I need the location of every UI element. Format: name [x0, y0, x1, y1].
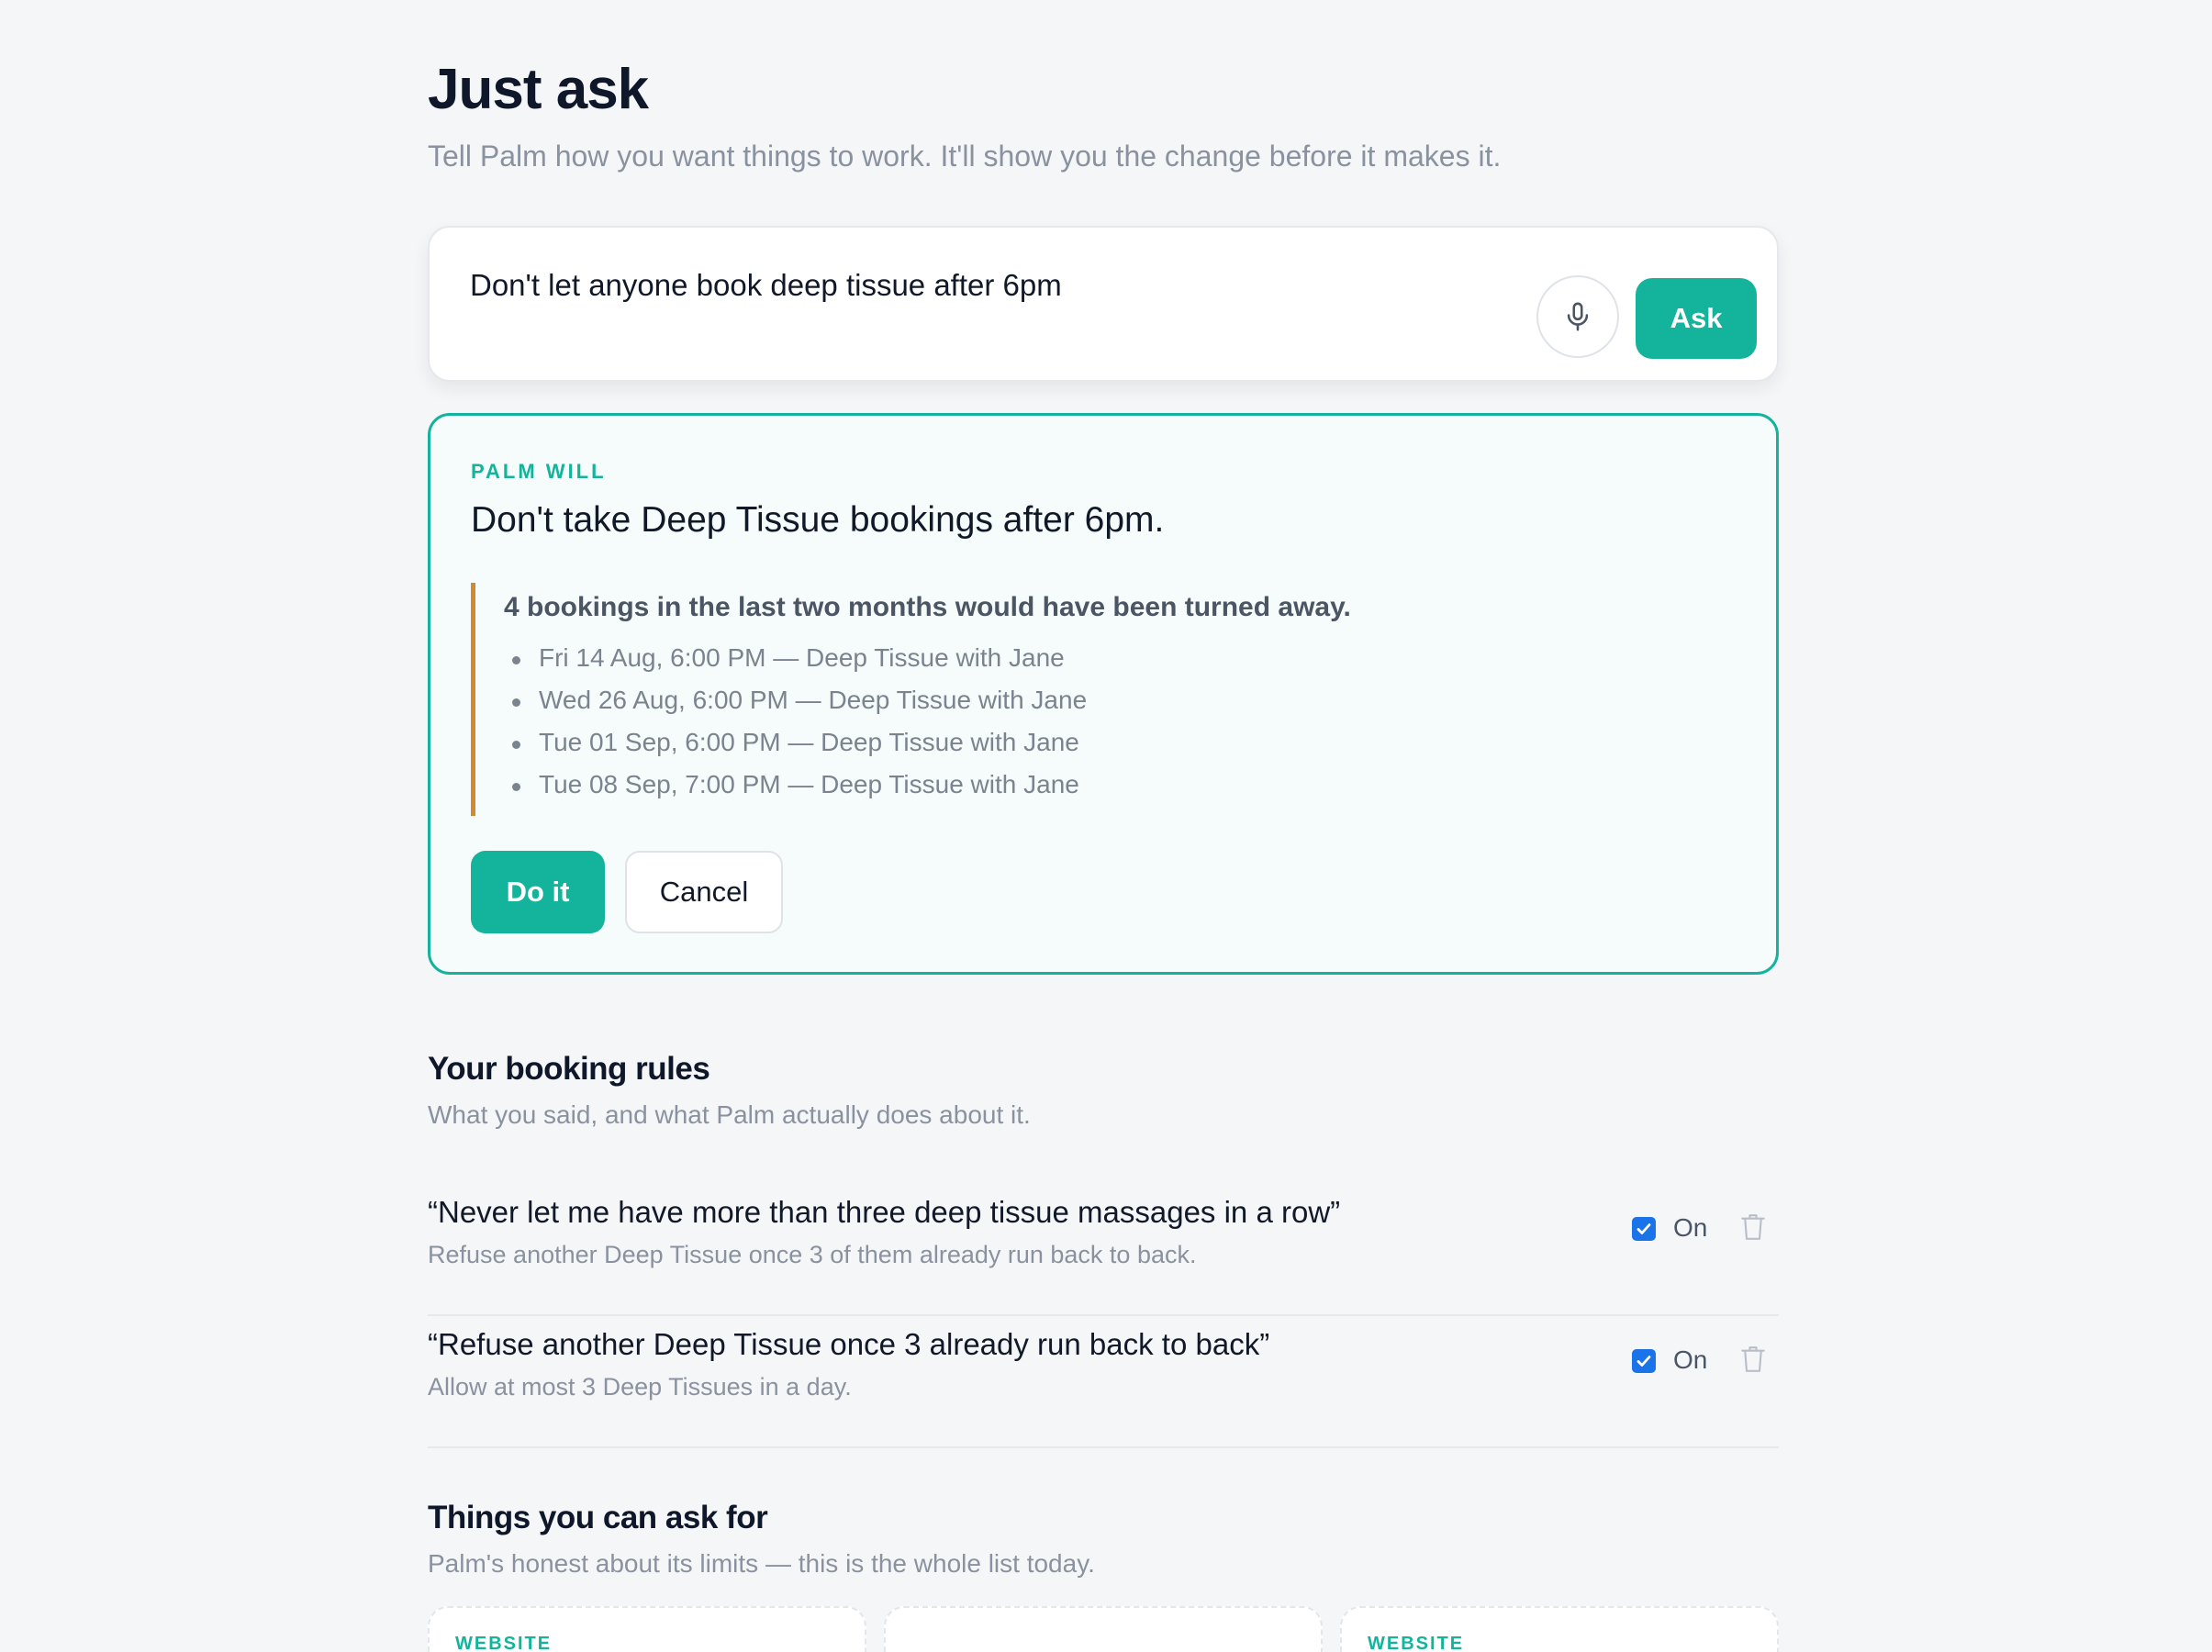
rule-toggle-label[interactable]: On: [1673, 1345, 1707, 1375]
capability-tag: WEBSITE: [455, 1634, 553, 1652]
rule-row: “Refuse another Deep Tissue once 3 alrea…: [428, 1316, 1779, 1448]
capability-tag: WEBSITE: [1368, 1634, 1465, 1652]
rule-does-text: Refuse another Deep Tissue once 3 of the…: [428, 1241, 1197, 1268]
checkmark-icon: [1637, 1356, 1651, 1367]
rule-row: “Never let me have more than three deep …: [428, 1184, 1779, 1316]
confirm-button[interactable]: Do it: [471, 851, 605, 933]
microphone-icon: [1567, 302, 1589, 331]
rule-said-text: “Refuse another Deep Tissue once 3 alrea…: [428, 1327, 1270, 1361]
list-item: Tue 01 Sep, 6:00 PM — Deep Tissue with J…: [508, 728, 1087, 770]
ask-button[interactable]: Ask: [1636, 278, 1757, 359]
delete-rule-icon[interactable]: [1740, 1211, 1766, 1243]
checkmark-icon: [1637, 1223, 1651, 1234]
voice-input-button[interactable]: [1536, 275, 1619, 358]
list-item: Wed 26 Aug, 6:00 PM — Deep Tissue with J…: [508, 686, 1087, 728]
rule-enabled-checkbox[interactable]: [1632, 1217, 1656, 1241]
capabilities-section-title: Things you can ask for: [428, 1500, 768, 1535]
list-item: Fri 14 Aug, 6:00 PM — Deep Tissue with J…: [508, 643, 1087, 686]
preview-summary: Don't take Deep Tissue bookings after 6p…: [471, 500, 1165, 540]
rule-toggle-label[interactable]: On: [1673, 1213, 1707, 1243]
preview-label: PALM WILL: [471, 460, 607, 483]
list-item: Tue 08 Sep, 7:00 PM — Deep Tissue with J…: [508, 770, 1087, 812]
page-subtitle: Tell Palm how you want things to work. I…: [428, 140, 1502, 173]
impact-callout: 4 bookings in the last two months would …: [471, 583, 1351, 816]
capability-card[interactable]: [884, 1606, 1323, 1652]
impact-heading: 4 bookings in the last two months would …: [504, 592, 1351, 622]
page-title: Just ask: [428, 58, 649, 121]
cancel-button[interactable]: Cancel: [625, 851, 783, 933]
ask-box: Don't let anyone book deep tissue after …: [428, 226, 1779, 382]
rule-said-text: “Never let me have more than three deep …: [428, 1195, 1341, 1229]
impact-list: Fri 14 Aug, 6:00 PM — Deep Tissue with J…: [508, 643, 1087, 812]
delete-rule-icon[interactable]: [1740, 1344, 1766, 1375]
capability-card[interactable]: WEBSITE: [1340, 1606, 1779, 1652]
rules-section-subtitle: What you said, and what Palm actually do…: [428, 1100, 1031, 1129]
page: Just ask Tell Palm how you want things t…: [0, 0, 2212, 1652]
rule-enabled-checkbox[interactable]: [1632, 1349, 1656, 1373]
capabilities-section-subtitle: Palm's honest about its limits — this is…: [428, 1549, 1095, 1578]
ask-input[interactable]: Don't let anyone book deep tissue after …: [470, 268, 1062, 303]
change-preview-card: PALM WILL Don't take Deep Tissue booking…: [428, 413, 1779, 975]
capability-card[interactable]: WEBSITE: [428, 1606, 866, 1652]
rule-does-text: Allow at most 3 Deep Tissues in a day.: [428, 1373, 852, 1401]
rules-section-title: Your booking rules: [428, 1051, 710, 1087]
